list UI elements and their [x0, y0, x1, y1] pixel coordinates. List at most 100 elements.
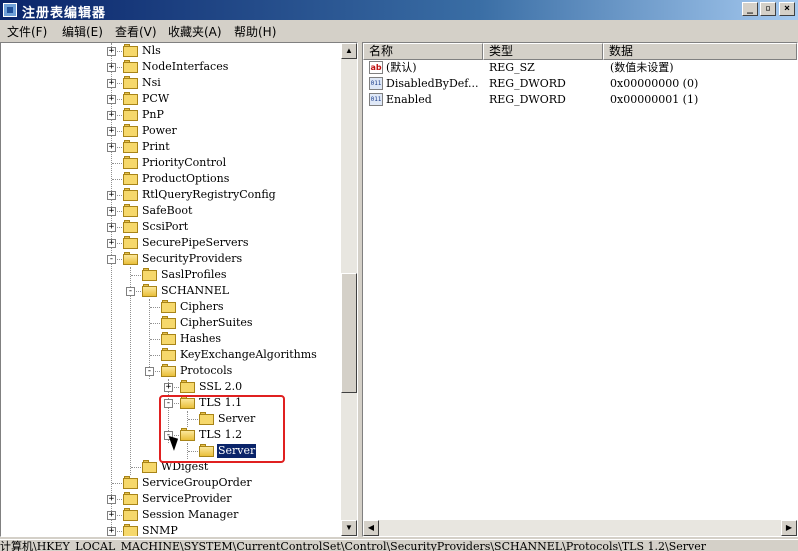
tree-node[interactable]: WDigest — [1, 459, 341, 475]
tree-node[interactable]: + Print — [1, 139, 341, 155]
tree-node[interactable]: ServiceGroupOrder — [1, 475, 341, 491]
tree-node-label[interactable]: SecurityProviders — [141, 252, 243, 266]
menu-view[interactable]: 查看(V) — [115, 23, 157, 40]
tree-node[interactable]: + ScsiPort — [1, 219, 341, 235]
tree-node-label[interactable]: WDigest — [160, 460, 209, 474]
expand-icon[interactable]: + — [107, 527, 116, 536]
tree-node-label[interactable]: RtlQueryRegistryConfig — [141, 188, 277, 202]
tree-node-label[interactable]: Hashes — [179, 332, 222, 346]
scroll-left-button[interactable]: ◀ — [363, 520, 379, 536]
expand-icon[interactable]: + — [107, 47, 116, 56]
registry-tree-pane[interactable]: + Nls + NodeInterfaces + Nsi + PCW + PnP + Power + Pr… — [0, 42, 358, 537]
tree-node[interactable]: + RtlQueryRegistryConfig — [1, 187, 341, 203]
scroll-thumb[interactable] — [341, 273, 357, 393]
tree-node-label[interactable]: SaslProfiles — [160, 268, 228, 282]
menu-favorites[interactable]: 收藏夹(A) — [168, 23, 222, 40]
tree-node-label[interactable]: ProductOptions — [141, 172, 230, 186]
menu-edit[interactable]: 编辑(E) — [62, 23, 103, 40]
tree-node-label[interactable]: Protocols — [179, 364, 233, 378]
tree-node[interactable]: + NodeInterfaces — [1, 59, 341, 75]
expand-icon[interactable]: + — [107, 143, 116, 152]
tree-node[interactable]: PriorityControl — [1, 155, 341, 171]
tree-node-label[interactable]: SCHANNEL — [160, 284, 230, 298]
expand-icon[interactable]: + — [107, 111, 116, 120]
tree-node-label[interactable]: Nsi — [141, 76, 162, 90]
tree-node[interactable]: - SCHANNEL — [1, 283, 341, 299]
tree-node[interactable]: + SSL 2.0 — [1, 379, 341, 395]
close-button[interactable]: × — [779, 2, 795, 16]
scroll-right-button[interactable]: ▶ — [781, 520, 797, 536]
list-horizontal-scrollbar[interactable]: ◀ ▶ — [363, 520, 797, 536]
tree-node[interactable]: + Nsi — [1, 75, 341, 91]
tree-node-label[interactable]: SSL 2.0 — [198, 380, 243, 394]
tree-node-label[interactable]: Ciphers — [179, 300, 224, 314]
expand-icon[interactable]: + — [107, 95, 116, 104]
tree-node-label[interactable]: PCW — [141, 92, 170, 106]
tree-node-label[interactable]: Print — [141, 140, 171, 154]
expand-icon[interactable]: + — [164, 383, 173, 392]
tree-node-label[interactable]: TLS 1.1 — [198, 396, 243, 410]
tree-node-label[interactable]: Session Manager — [141, 508, 239, 522]
value-row[interactable]: 011 DisabledByDef... REG_DWORD 0x00000000 (… — [363, 76, 797, 92]
expand-icon[interactable]: + — [107, 239, 116, 248]
tree-node-label[interactable]: SecurePipeServers — [141, 236, 249, 250]
column-type[interactable]: 类型 — [483, 43, 603, 60]
tree-vertical-scrollbar[interactable]: ▲ ▼ — [341, 43, 357, 536]
tree-node[interactable]: Server — [1, 411, 341, 427]
collapse-icon[interactable]: - — [164, 399, 173, 408]
tree-node-label[interactable]: TLS 1.2 — [198, 428, 243, 442]
menu-file[interactable]: 文件(F) — [7, 23, 47, 40]
tree-node[interactable]: + ServiceProvider — [1, 491, 341, 507]
tree-node[interactable]: - Protocols — [1, 363, 341, 379]
expand-icon[interactable]: + — [107, 191, 116, 200]
tree-node[interactable]: - TLS 1.1 — [1, 395, 341, 411]
tree-node-label[interactable]: ScsiPort — [141, 220, 189, 234]
expand-icon[interactable]: + — [107, 223, 116, 232]
tree-node-label[interactable]: ServiceProvider — [141, 492, 233, 506]
tree-node-label[interactable]: PnP — [141, 108, 165, 122]
scroll-up-button[interactable]: ▲ — [341, 43, 357, 59]
collapse-icon[interactable]: - — [126, 287, 135, 296]
tree-node[interactable]: + Power — [1, 123, 341, 139]
minimize-button[interactable]: _ — [742, 2, 758, 16]
maximize-button[interactable]: ▫ — [760, 2, 776, 16]
tree-node[interactable]: + PCW — [1, 91, 341, 107]
tree-node[interactable]: SaslProfiles — [1, 267, 341, 283]
tree-node-label[interactable]: SNMP — [141, 524, 179, 536]
tree-node[interactable]: ProductOptions — [1, 171, 341, 187]
values-list-pane[interactable]: 名称 类型 数据 ab (默认) REG_SZ (数值未设置) 011 DisabledB… — [362, 42, 798, 537]
tree-node-label[interactable]: Power — [141, 124, 178, 138]
tree-node[interactable]: CipherSuites — [1, 315, 341, 331]
tree-node[interactable]: + Nls — [1, 43, 341, 59]
expand-icon[interactable]: + — [107, 207, 116, 216]
expand-icon[interactable]: + — [107, 127, 116, 136]
value-row[interactable]: 011 Enabled REG_DWORD 0x00000001 (1) — [363, 92, 797, 108]
tree-node-label[interactable]: PriorityControl — [141, 156, 227, 170]
scroll-down-button[interactable]: ▼ — [341, 520, 357, 536]
tree-node[interactable]: Ciphers — [1, 299, 341, 315]
tree-node-label[interactable]: Server — [217, 444, 257, 458]
tree-node[interactable]: + PnP — [1, 107, 341, 123]
tree-node[interactable]: - SecurityProviders — [1, 251, 341, 267]
value-row[interactable]: ab (默认) REG_SZ (数值未设置) — [363, 60, 797, 76]
menu-help[interactable]: 帮助(H) — [234, 23, 276, 40]
collapse-icon[interactable]: - — [145, 367, 154, 376]
tree-node[interactable]: Hashes — [1, 331, 341, 347]
column-data[interactable]: 数据 — [603, 43, 797, 60]
tree-node[interactable]: KeyExchangeAlgorithms — [1, 347, 341, 363]
tree-node-label[interactable]: CipherSuites — [179, 316, 254, 330]
expand-icon[interactable]: + — [107, 63, 116, 72]
expand-icon[interactable]: + — [107, 511, 116, 520]
tree-node-label[interactable]: KeyExchangeAlgorithms — [179, 348, 318, 362]
tree-node-label[interactable]: SafeBoot — [141, 204, 193, 218]
tree-node-label[interactable]: Nls — [141, 44, 162, 58]
tree-node-label[interactable]: NodeInterfaces — [141, 60, 229, 74]
tree-node[interactable]: + SecurePipeServers — [1, 235, 341, 251]
tree-node[interactable]: + Session Manager — [1, 507, 341, 523]
tree-node-label[interactable]: Server — [217, 412, 256, 426]
column-name[interactable]: 名称 — [363, 43, 483, 60]
tree-node[interactable]: + SafeBoot — [1, 203, 341, 219]
expand-icon[interactable]: + — [107, 495, 116, 504]
collapse-icon[interactable]: - — [107, 255, 116, 264]
expand-icon[interactable]: + — [107, 79, 116, 88]
